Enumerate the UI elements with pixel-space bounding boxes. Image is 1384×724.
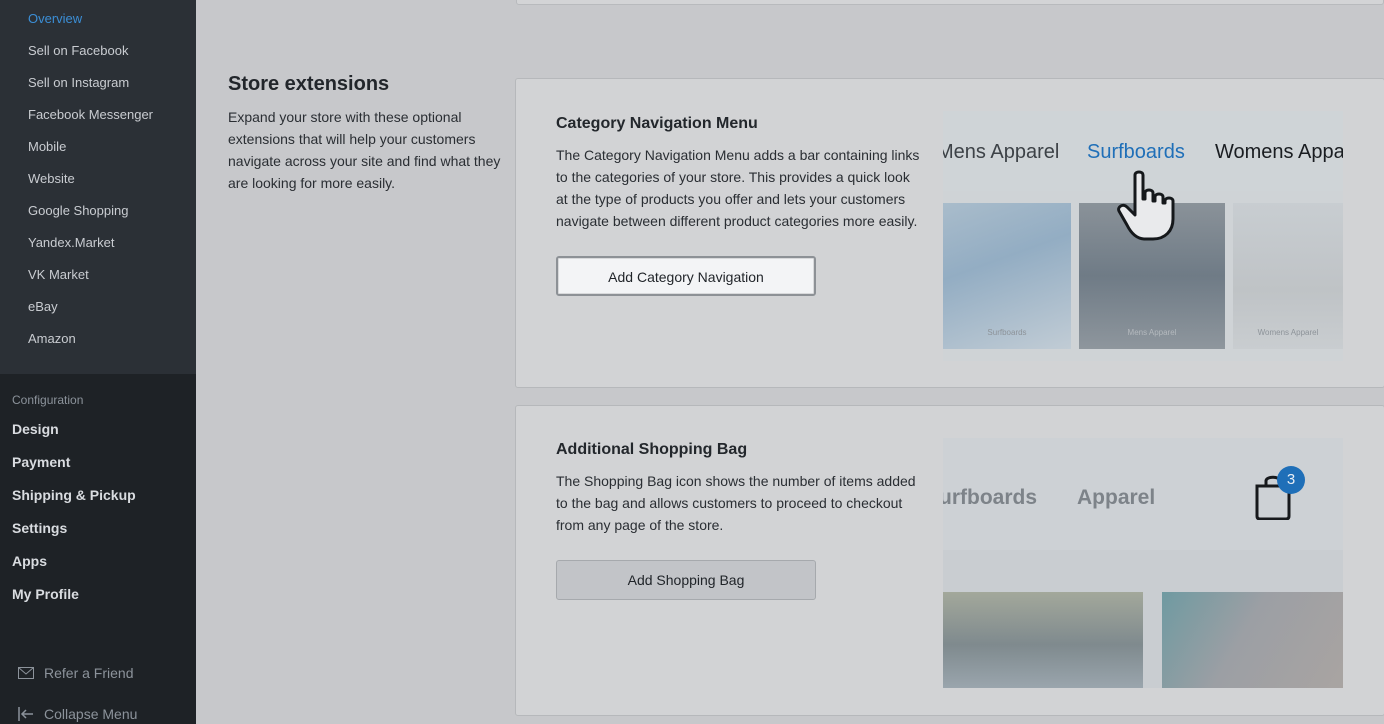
- pointer-hand-icon: [1117, 170, 1175, 241]
- sidebar-item-website[interactable]: Website: [28, 171, 75, 186]
- preview-nav-item: urfboards: [943, 486, 1038, 509]
- preview-bag-bar: urfboards Apparel 3: [943, 438, 1343, 550]
- sidebar-item-vk-market[interactable]: VK Market: [28, 267, 89, 282]
- preview-nav-item: Mens Apparel: [943, 141, 1060, 163]
- section-title: Store extensions: [228, 73, 390, 95]
- shopping-bag-preview: urfboards Apparel 3: [943, 438, 1343, 688]
- sidebar-item-shipping-pickup[interactable]: Shipping & Pickup: [12, 487, 136, 503]
- collapse-menu-label: Collapse Menu: [44, 706, 138, 722]
- collapse-arrow-icon: [18, 707, 33, 721]
- sidebar-item-sell-on-instagram[interactable]: Sell on Instagram: [28, 75, 129, 90]
- sidebar-item-my-profile[interactable]: My Profile: [12, 586, 79, 602]
- sidebar: Overview Sell on Facebook Sell on Instag…: [0, 0, 196, 724]
- sidebar-item-mobile[interactable]: Mobile: [28, 139, 66, 154]
- preview-tile-caption: Surfboards: [987, 328, 1027, 337]
- shopping-bag-description: The Shopping Bag icon shows the number o…: [556, 473, 916, 533]
- shopping-bag-title: Additional Shopping Bag: [556, 441, 748, 458]
- preview-tile-surfboards: Surfboards: [943, 203, 1071, 349]
- add-category-navigation-button[interactable]: Add Category Navigation: [556, 256, 816, 296]
- sidebar-item-apps[interactable]: Apps: [12, 553, 47, 569]
- preview-tile-caption: Womens Apparel: [1257, 328, 1319, 337]
- preview-tile-caption: Mens Apparel: [1127, 328, 1177, 337]
- add-shopping-bag-button[interactable]: Add Shopping Bag: [556, 560, 816, 600]
- envelope-icon: [18, 667, 34, 679]
- category-navigation-preview: Mens Apparel Surfboards Womens Appa Surf…: [943, 111, 1343, 361]
- refer-a-friend-label: Refer a Friend: [44, 665, 134, 681]
- preview-photo-woman: [1162, 592, 1343, 688]
- preview-nav-item: Apparel: [1077, 486, 1156, 509]
- preview-nav-item-active: Surfboards: [1087, 141, 1185, 163]
- sidebar-item-yandex-market[interactable]: Yandex.Market: [28, 235, 114, 250]
- category-navigation-card: Category Navigation Menu The Category Na…: [515, 78, 1384, 388]
- sidebar-item-payment[interactable]: Payment: [12, 454, 70, 470]
- sidebar-item-design[interactable]: Design: [12, 421, 59, 437]
- sidebar-item-settings[interactable]: Settings: [12, 520, 67, 536]
- preview-nav-item: Womens Appa: [1215, 141, 1343, 163]
- configuration-heading: Configuration: [12, 393, 84, 407]
- shopping-bag-card: Additional Shopping Bag The Shopping Bag…: [515, 405, 1384, 716]
- preview-photo-man: [943, 592, 1143, 688]
- previous-card-edge: [516, 0, 1384, 5]
- sales-channels-submenu: Overview Sell on Facebook Sell on Instag…: [0, 0, 196, 374]
- category-navigation-description: The Category Navigation Menu adds a bar …: [556, 147, 920, 229]
- sidebar-item-google-shopping[interactable]: Google Shopping: [28, 203, 128, 218]
- category-navigation-title: Category Navigation Menu: [556, 115, 758, 132]
- sidebar-item-amazon[interactable]: Amazon: [28, 331, 76, 346]
- preview-tile-womens-apparel: Womens Apparel: [1233, 203, 1343, 349]
- section-description: Expand your store with these optional ex…: [228, 109, 501, 191]
- cart-count-badge: 3: [1277, 466, 1305, 494]
- sidebar-item-overview[interactable]: Overview: [28, 11, 82, 26]
- collapse-menu-button[interactable]: Collapse Menu: [18, 706, 137, 722]
- refer-a-friend-link[interactable]: Refer a Friend: [18, 665, 133, 681]
- sidebar-item-sell-on-facebook[interactable]: Sell on Facebook: [28, 43, 128, 58]
- sidebar-item-ebay[interactable]: eBay: [28, 299, 58, 314]
- sidebar-item-facebook-messenger[interactable]: Facebook Messenger: [28, 107, 153, 122]
